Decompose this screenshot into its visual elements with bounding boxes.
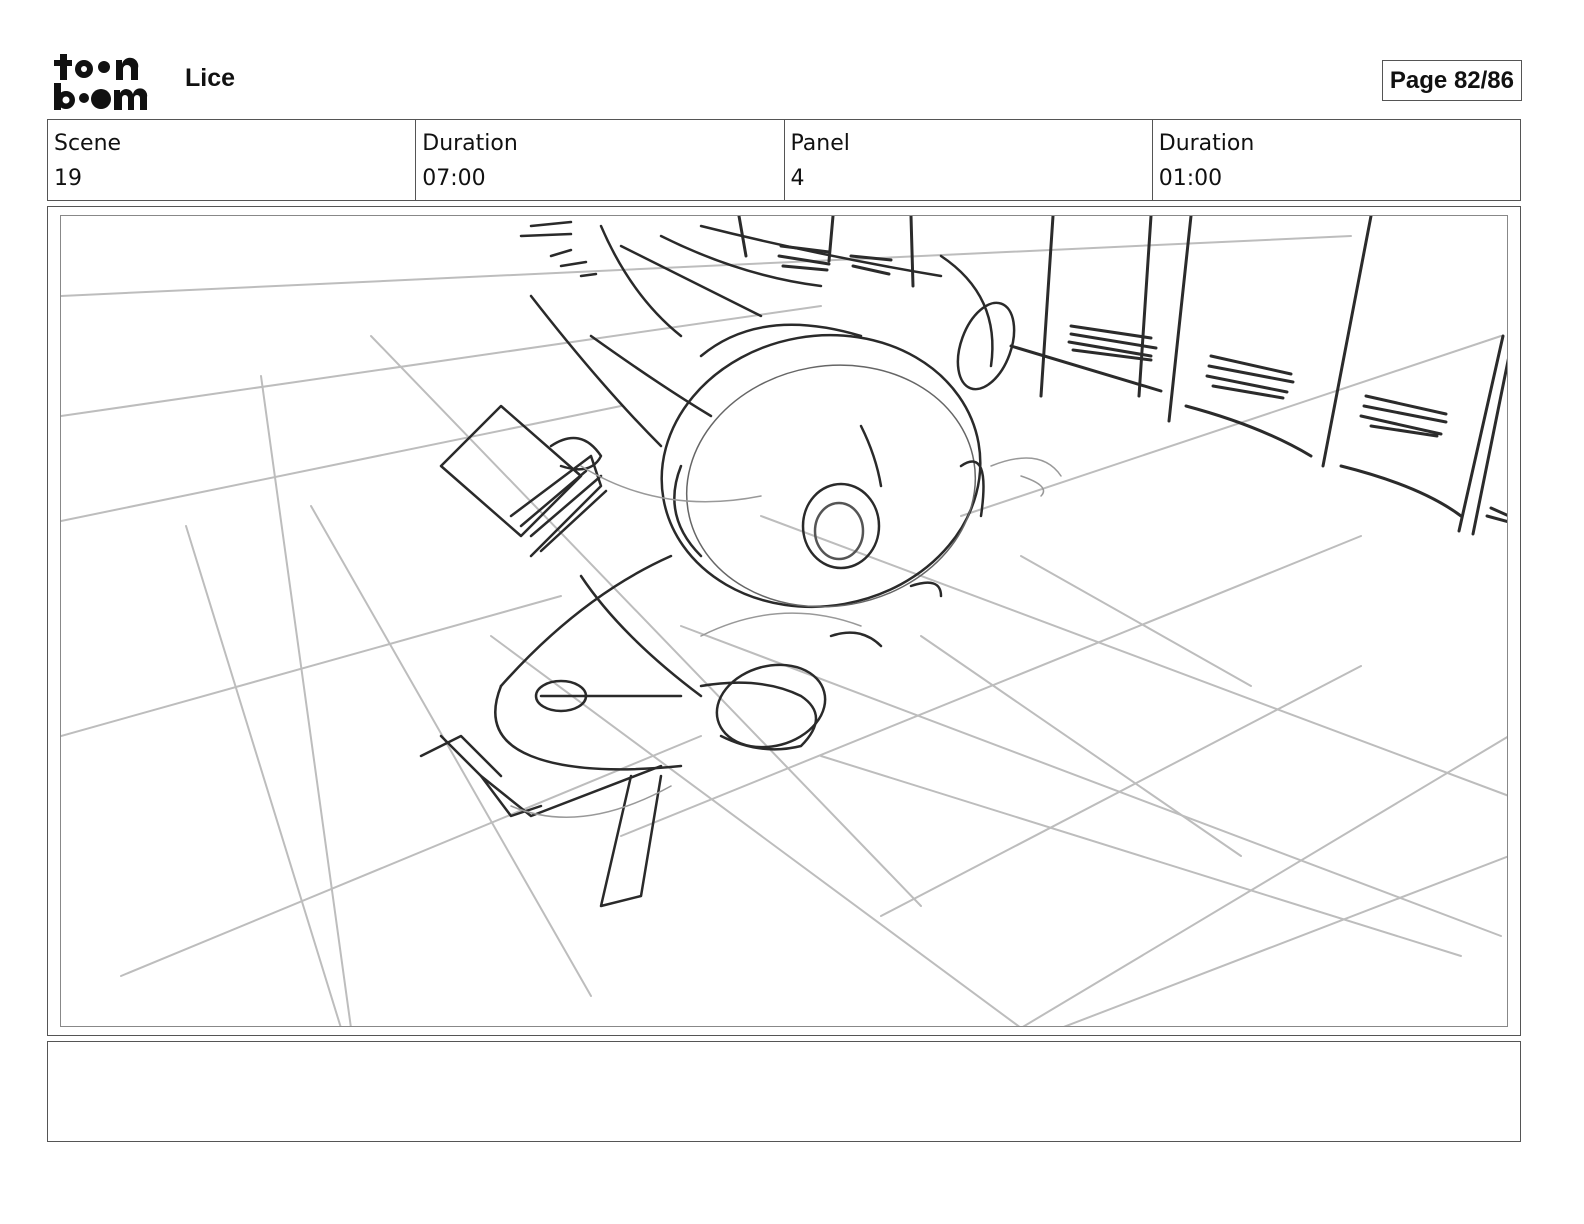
- scene-duration-label: Duration: [422, 131, 518, 156]
- scene-value: 19: [54, 166, 82, 191]
- notes-box: [47, 1041, 1521, 1142]
- storyboard-sketch: [61, 216, 1507, 1026]
- scene-label: Scene: [54, 131, 122, 156]
- panel-cell: Panel 4: [785, 120, 1153, 200]
- panel-value: 4: [790, 166, 805, 191]
- panel-duration-value: 01:00: [1158, 166, 1223, 191]
- panel-duration-cell: Duration 01:00: [1153, 120, 1520, 200]
- scene-duration-value: 07:00: [422, 166, 486, 191]
- panel-label: Panel: [790, 131, 850, 156]
- page-indicator: Page 82/86: [1381, 60, 1522, 101]
- scene-duration-cell: Duration 07:00: [416, 120, 785, 200]
- panel-image: [60, 215, 1508, 1027]
- scene-cell: Scene 19: [48, 120, 417, 200]
- panel-frame: [47, 206, 1521, 1036]
- scene-info-table: Scene 19 Duration 07:00 Panel 4 Duration…: [47, 119, 1521, 201]
- panel-duration-label: Duration: [1158, 131, 1255, 156]
- project-title: Lice: [185, 64, 236, 92]
- toon-boom-logo: [52, 50, 162, 112]
